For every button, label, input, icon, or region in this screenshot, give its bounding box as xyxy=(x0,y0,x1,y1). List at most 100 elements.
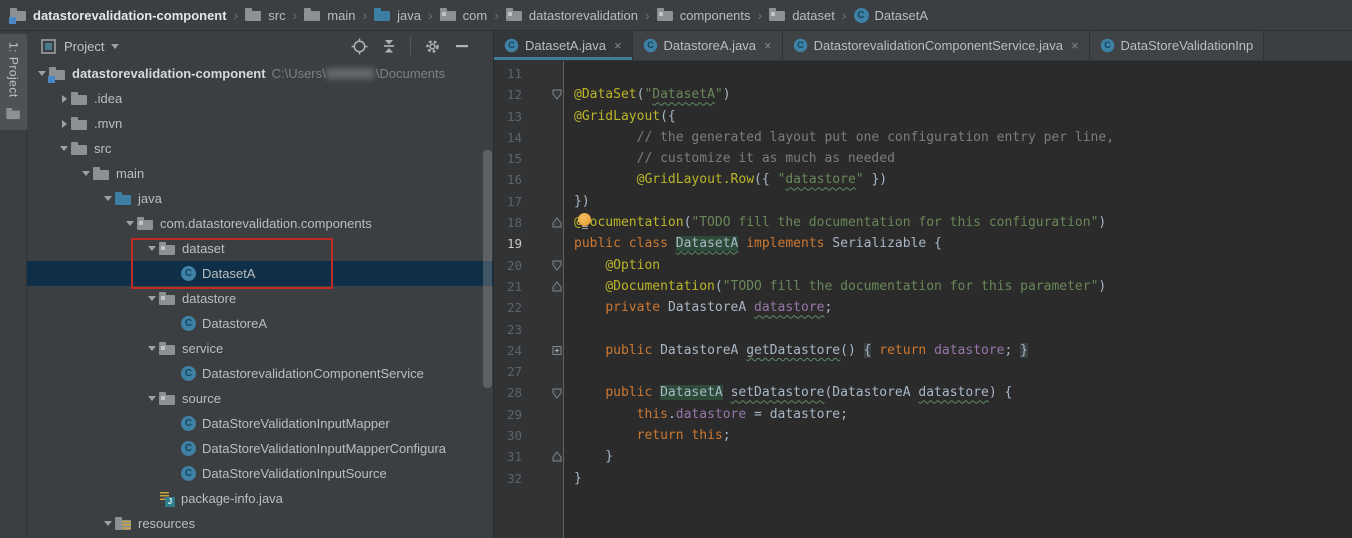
intention-bulb-icon[interactable] xyxy=(578,213,591,226)
tree-item-main[interactable]: main xyxy=(27,161,493,186)
tree-item-datastorevalidationinputsource[interactable]: CDataStoreValidationInputSource xyxy=(27,461,493,486)
tree-expanded-arrow-icon[interactable] xyxy=(101,196,115,201)
tree-expanded-arrow-icon[interactable] xyxy=(35,71,49,76)
code-line[interactable]: public DatasetA setDatastore(DatastoreA … xyxy=(574,382,1352,403)
breadcrumb-item[interactable]: datastorevalidation-component xyxy=(10,7,227,23)
tree-item-datastorea[interactable]: CDatastoreA xyxy=(27,311,493,336)
tab-close-icon[interactable]: × xyxy=(1071,38,1079,53)
code-line[interactable]: @DataSet("DatasetA") xyxy=(574,84,1352,105)
chevron-down-icon[interactable] xyxy=(111,44,119,49)
breadcrumb-label: src xyxy=(268,8,285,23)
tree-collapsed-arrow-icon[interactable] xyxy=(57,120,71,128)
code-line[interactable]: return this; xyxy=(574,425,1352,446)
package-icon xyxy=(657,7,674,23)
code-line[interactable]: @Documentation("TODO fill the documentat… xyxy=(574,276,1352,297)
tree-item-src[interactable]: src xyxy=(27,136,493,161)
breadcrumb-item[interactable]: java xyxy=(374,7,421,23)
breadcrumb-item[interactable]: src xyxy=(245,7,285,23)
code-line[interactable]: public class DatasetA implements Seriali… xyxy=(574,233,1352,254)
tree-scrollbar-thumb[interactable] xyxy=(483,150,492,388)
code-line[interactable]: private DatastoreA datastore; xyxy=(574,297,1352,318)
code-line[interactable] xyxy=(574,319,1352,340)
gutter-row: 16 xyxy=(494,169,563,190)
code-line[interactable] xyxy=(574,63,1352,84)
tree-item-datastore[interactable]: datastore xyxy=(27,286,493,311)
breadcrumb-separator: › xyxy=(842,7,847,23)
tree-item-datastorevalidationinputmapperconfigura[interactable]: CDataStoreValidationInputMapperConfigura xyxy=(27,436,493,461)
tree-item-datastorevalidationcomponentservice[interactable]: CDatastorevalidationComponentService xyxy=(27,361,493,386)
breadcrumb-item[interactable]: components xyxy=(657,7,751,23)
tree-item-label: resources xyxy=(138,516,195,531)
code-area[interactable]: @DataSet("DatasetA")@GridLayout({ // the… xyxy=(564,61,1352,538)
code-line[interactable]: this.datastore = datastore; xyxy=(574,404,1352,425)
editor-tab-datastorevalidationcomponentservice-java[interactable]: CDatastorevalidationComponentService.jav… xyxy=(783,31,1090,60)
tree-item-source[interactable]: source xyxy=(27,386,493,411)
tree-expanded-arrow-icon[interactable] xyxy=(145,396,159,401)
project-tool-button[interactable]: 1: Project xyxy=(0,34,27,130)
breadcrumb-item[interactable]: CDatasetA xyxy=(854,8,928,23)
code-line[interactable]: @GridLayout({ xyxy=(574,106,1352,127)
tree-item-resources[interactable]: resources xyxy=(27,511,493,536)
hide-panel-icon[interactable] xyxy=(453,37,471,55)
fold-marker-icon[interactable] xyxy=(522,451,563,462)
folder-icon xyxy=(245,7,262,23)
settings-gear-icon[interactable] xyxy=(423,37,441,55)
tree-item-java[interactable]: java xyxy=(27,186,493,211)
fold-marker-icon[interactable] xyxy=(522,89,563,100)
fold-marker-icon[interactable] xyxy=(522,388,563,399)
tab-close-icon[interactable]: × xyxy=(614,38,622,53)
editor-tab-datastorevalidationinp[interactable]: CDataStoreValidationInp xyxy=(1090,31,1265,60)
collapse-all-icon[interactable] xyxy=(380,37,398,55)
line-number: 16 xyxy=(494,169,522,190)
tree-expanded-arrow-icon[interactable] xyxy=(123,221,137,226)
package-icon xyxy=(159,391,176,407)
fold-marker-icon[interactable] xyxy=(522,281,563,292)
code-line[interactable]: // the generated layout put one configur… xyxy=(574,127,1352,148)
fold-marker-icon[interactable] xyxy=(522,345,563,356)
panel-title[interactable]: Project xyxy=(64,39,104,54)
tree-collapsed-arrow-icon[interactable] xyxy=(57,95,71,103)
breadcrumb-item[interactable]: datastorevalidation xyxy=(506,7,638,23)
tree-item--mvn[interactable]: .mvn xyxy=(27,111,493,136)
tree-item-package-info-java[interactable]: Jpackage-info.java xyxy=(27,486,493,511)
tree-expanded-arrow-icon[interactable] xyxy=(145,296,159,301)
tree-expanded-arrow-icon[interactable] xyxy=(79,171,93,176)
breadcrumb-item[interactable]: com xyxy=(440,7,488,23)
code-line[interactable]: @Option xyxy=(574,255,1352,276)
tree-expanded-arrow-icon[interactable] xyxy=(101,521,115,526)
tree-item-datastorevalidation-component[interactable]: datastorevalidation-componentC:\Users\\D… xyxy=(27,61,493,86)
editor-tab-datastorea-java[interactable]: CDatastoreA.java× xyxy=(633,31,783,60)
tree-expanded-arrow-icon[interactable] xyxy=(145,246,159,251)
code-token: ) xyxy=(1098,215,1106,230)
code-token: DatasetA xyxy=(660,385,723,400)
code-line[interactable]: }) xyxy=(574,191,1352,212)
code-token: (DatastoreA xyxy=(824,385,918,400)
code-line[interactable]: } xyxy=(574,468,1352,489)
breadcrumb-item[interactable]: dataset xyxy=(769,7,835,23)
code-line[interactable]: } xyxy=(574,446,1352,467)
tree-item-dataset[interactable]: dataset xyxy=(27,236,493,261)
tree-item-datastorevalidationinputmapper[interactable]: CDataStoreValidationInputMapper xyxy=(27,411,493,436)
breadcrumb-item[interactable]: main xyxy=(304,7,355,23)
locate-icon[interactable] xyxy=(350,37,368,55)
tree-expanded-arrow-icon[interactable] xyxy=(57,146,71,151)
code-token: DatasetA xyxy=(676,236,739,251)
tree-item-label: datastorevalidation-component xyxy=(72,66,266,81)
code-line[interactable] xyxy=(574,361,1352,382)
tree-item-dataseta[interactable]: CDatasetA xyxy=(27,261,493,286)
code-line[interactable]: // customize it as much as needed xyxy=(574,148,1352,169)
code-line[interactable]: public DatastoreA getDatastore() { retur… xyxy=(574,340,1352,361)
tree-item--idea[interactable]: .idea xyxy=(27,86,493,111)
fold-marker-icon[interactable] xyxy=(522,260,563,271)
tree-item-service[interactable]: service xyxy=(27,336,493,361)
tab-close-icon[interactable]: × xyxy=(764,38,772,53)
tree-item-com-datastorevalidation-components[interactable]: com.datastorevalidation.components xyxy=(27,211,493,236)
fold-marker-icon[interactable] xyxy=(522,217,563,228)
code-line[interactable]: @Documentation("TODO fill the documentat… xyxy=(574,212,1352,233)
breadcrumb-label: java xyxy=(397,8,421,23)
editor-tab-dataseta-java[interactable]: CDatasetA.java× xyxy=(494,31,633,60)
tree-expanded-arrow-icon[interactable] xyxy=(145,346,159,351)
code-line[interactable]: @GridLayout.Row({ "datastore" }) xyxy=(574,169,1352,190)
class-icon: C xyxy=(181,416,196,431)
breadcrumb-separator: › xyxy=(362,7,367,23)
